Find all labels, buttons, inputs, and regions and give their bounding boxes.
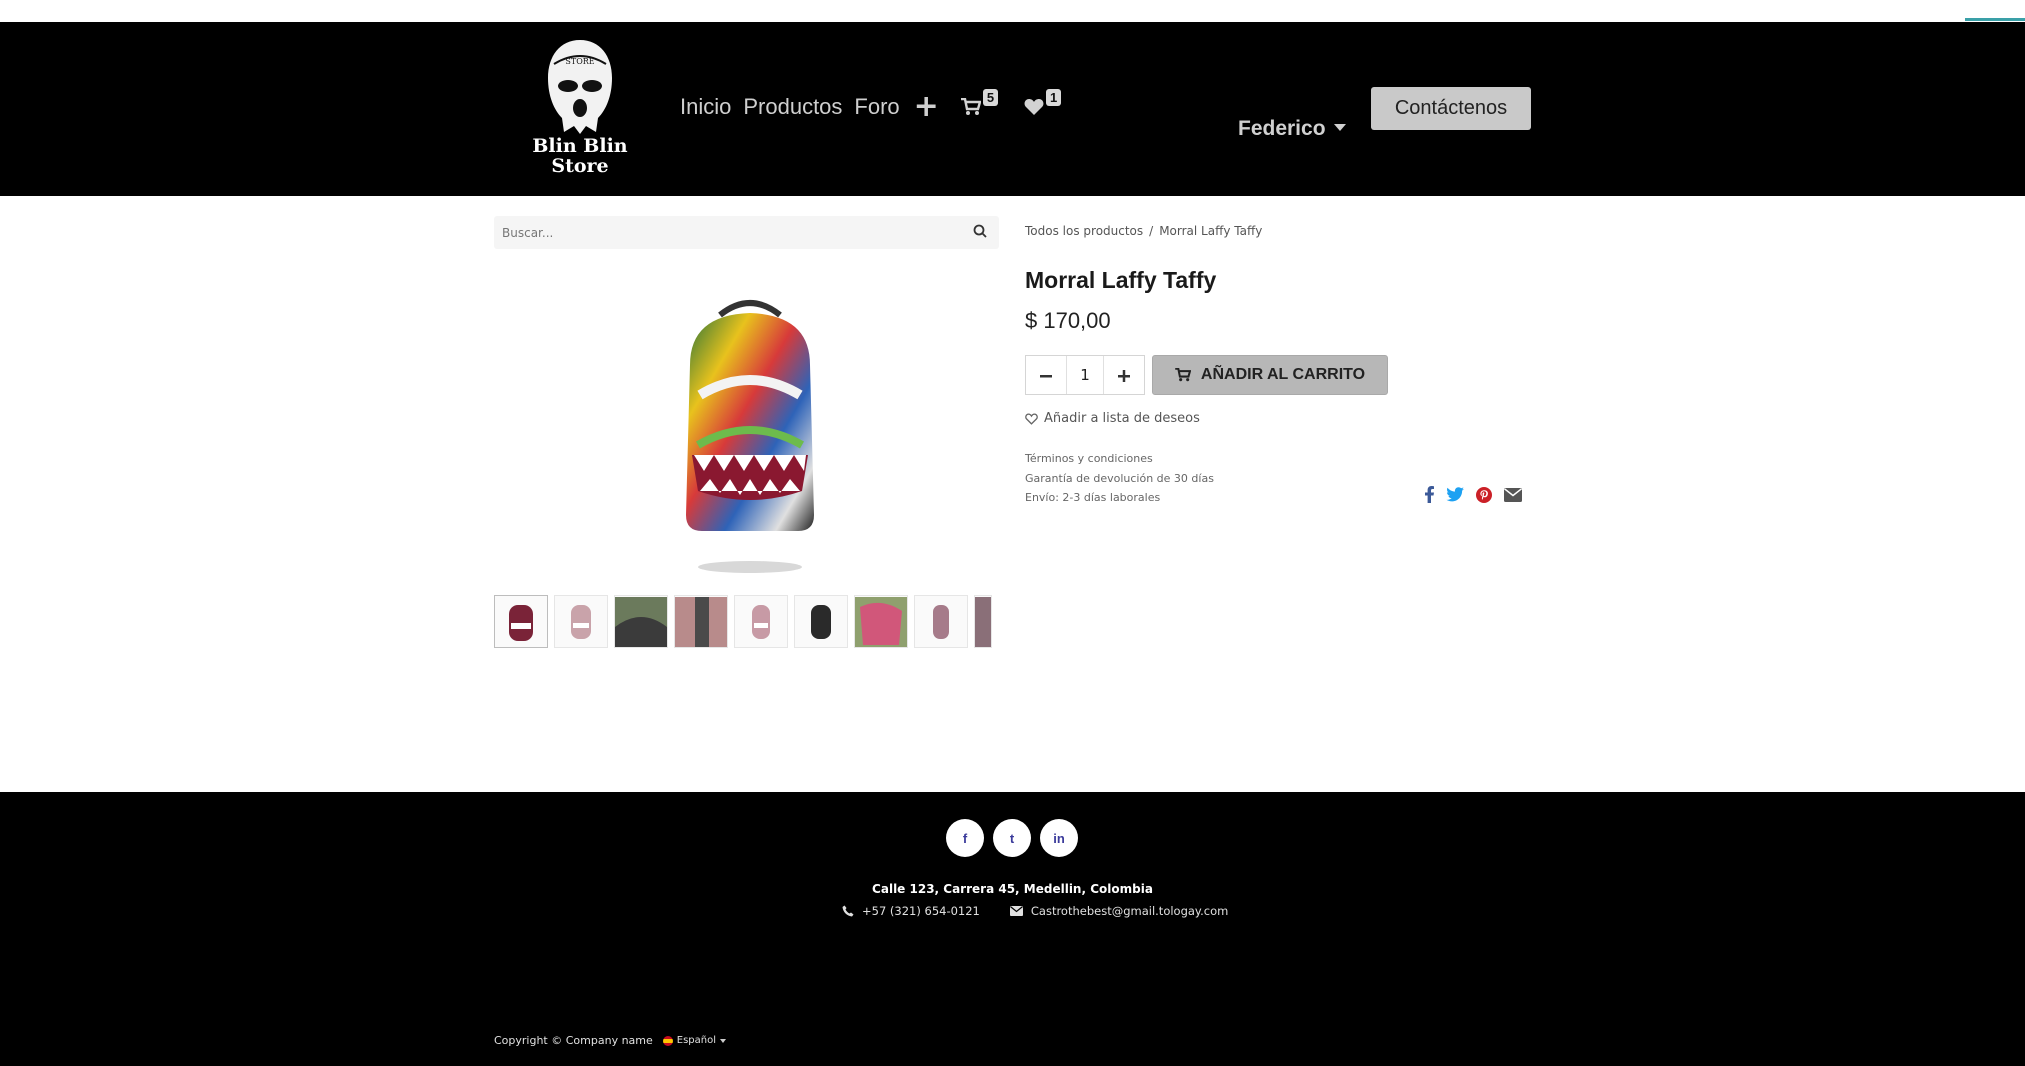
main-nav: Inicio Productos Foro + 5 1 bbox=[680, 89, 1087, 122]
user-name: Federico bbox=[1238, 117, 1326, 140]
search-icon[interactable] bbox=[973, 224, 987, 238]
nav-item-inicio[interactable]: Inicio bbox=[680, 94, 731, 120]
logo-text: Blin Blin Store bbox=[532, 136, 628, 176]
footer-social-links: f t in bbox=[946, 819, 1078, 857]
thumbnail-2[interactable] bbox=[554, 595, 608, 648]
nav-item-foro[interactable]: Foro bbox=[854, 94, 899, 120]
add-to-cart-button[interactable]: AÑADIR AL CARRITO bbox=[1152, 355, 1388, 395]
product-main-image[interactable] bbox=[670, 295, 830, 575]
thumbnail-6[interactable] bbox=[794, 595, 848, 648]
heart-icon bbox=[1024, 99, 1044, 115]
email-icon[interactable] bbox=[1504, 487, 1522, 502]
backpack-image bbox=[686, 300, 814, 573]
wishlist-count-badge: 1 bbox=[1046, 89, 1062, 106]
cart-count-badge: 5 bbox=[982, 89, 999, 106]
return-guarantee-text: Garantía de devolución de 30 días bbox=[1025, 471, 1214, 485]
breadcrumb-separator: / bbox=[1149, 224, 1154, 238]
add-to-wishlist-link[interactable]: Añadir a lista de deseos bbox=[1025, 411, 1200, 426]
site-header: STORE Blin Blin Store Inicio Productos F… bbox=[0, 22, 2025, 196]
top-accent-line bbox=[1965, 18, 2025, 21]
copyright-text: Copyright © Company name bbox=[494, 1034, 653, 1047]
minus-icon bbox=[1040, 374, 1052, 377]
language-selector[interactable]: Español bbox=[662, 1035, 727, 1046]
terms-link[interactable]: Términos y condiciones bbox=[1025, 449, 1214, 469]
site-footer: f t in Calle 123, Carrera 45, Medellin, … bbox=[0, 792, 2025, 1066]
product-title: Morral Laffy Taffy bbox=[1025, 267, 1217, 293]
wishlist-label: Añadir a lista de deseos bbox=[1044, 411, 1200, 426]
quantity-input[interactable] bbox=[1066, 356, 1104, 394]
footer-linkedin-icon[interactable]: in bbox=[1040, 819, 1078, 857]
breadcrumb-all-products[interactable]: Todos los productos bbox=[1025, 224, 1143, 238]
logo-text-line2: Store bbox=[551, 155, 609, 177]
shipping-text: Envío: 2-3 días laborales bbox=[1025, 491, 1161, 504]
language-label: Español bbox=[676, 1035, 717, 1046]
thumbnail-backpack-image bbox=[855, 596, 907, 647]
plus-icon bbox=[1118, 369, 1130, 382]
footer-twitter-icon[interactable]: t bbox=[993, 819, 1031, 857]
quantity-stepper bbox=[1025, 355, 1145, 395]
thumbnail-8[interactable] bbox=[914, 595, 968, 648]
contact-button[interactable]: Contáctenos bbox=[1371, 87, 1531, 130]
thumbnail-4[interactable] bbox=[674, 595, 728, 648]
cart-link[interactable]: 5 bbox=[960, 89, 999, 116]
share-links bbox=[1425, 486, 1522, 503]
quantity-increase-button[interactable] bbox=[1104, 356, 1144, 394]
thumbnail-backpack-image bbox=[933, 604, 949, 639]
chevron-down-icon bbox=[1333, 123, 1346, 131]
footer-phone[interactable]: +57 (321) 654-0121 bbox=[842, 904, 980, 918]
phone-icon bbox=[842, 905, 854, 917]
product-terms: Términos y condiciones Garantía de devol… bbox=[1025, 449, 1214, 508]
product-price: $ 170,00 bbox=[1025, 308, 1111, 333]
spain-flag-icon bbox=[662, 1035, 673, 1046]
store-logo[interactable]: STORE Blin Blin Store bbox=[532, 34, 628, 184]
nav-more-plus-icon[interactable]: + bbox=[914, 92, 939, 122]
skull-mask-logo-icon: STORE bbox=[548, 40, 612, 134]
footer-phone-text: +57 (321) 654-0121 bbox=[862, 904, 980, 918]
heart-outline-icon bbox=[1025, 412, 1038, 425]
cart-icon bbox=[1175, 368, 1191, 382]
nav-item-productos[interactable]: Productos bbox=[743, 94, 842, 120]
product-thumbnails bbox=[494, 595, 999, 650]
envelope-icon bbox=[1009, 906, 1023, 916]
facebook-icon[interactable] bbox=[1425, 486, 1434, 503]
thumbnail-9[interactable] bbox=[974, 595, 992, 648]
thumbnail-backpack-image bbox=[571, 604, 591, 639]
footer-contact: +57 (321) 654-0121 Castrothebest@gmail.t… bbox=[842, 904, 1228, 918]
footer-copyright: Copyright © Company name Español bbox=[494, 1034, 727, 1047]
thumbnail-backpack-image bbox=[675, 596, 727, 647]
product-search bbox=[494, 216, 999, 249]
breadcrumb: Todos los productos / Morral Laffy Taffy bbox=[1025, 224, 1262, 238]
quantity-decrease-button[interactable] bbox=[1026, 356, 1066, 394]
cart-icon bbox=[960, 98, 981, 115]
thumbnail-backpack-image bbox=[752, 604, 770, 639]
pinterest-icon[interactable] bbox=[1476, 486, 1492, 503]
footer-email[interactable]: Castrothebest@gmail.tologay.com bbox=[1009, 904, 1229, 918]
add-to-cart-label: AÑADIR AL CARRITO bbox=[1200, 366, 1366, 383]
thumbnail-backpack-image bbox=[811, 604, 831, 639]
user-menu[interactable]: Federico bbox=[1238, 117, 1346, 141]
chevron-down-icon bbox=[720, 1038, 727, 1043]
thumbnail-3[interactable] bbox=[614, 595, 668, 648]
logo-text-line1: Blin Blin bbox=[532, 135, 628, 157]
thumbnail-7[interactable] bbox=[854, 595, 908, 648]
thumbnail-5[interactable] bbox=[734, 595, 788, 648]
thumbnail-backpack-image bbox=[509, 604, 533, 641]
thumbnail-backpack-image bbox=[975, 596, 991, 647]
twitter-icon[interactable] bbox=[1446, 487, 1464, 502]
footer-facebook-icon[interactable]: f bbox=[946, 819, 984, 857]
top-strip bbox=[0, 0, 2025, 22]
footer-address: Calle 123, Carrera 45, Medellin, Colombi… bbox=[872, 882, 1153, 896]
footer-email-text: Castrothebest@gmail.tologay.com bbox=[1030, 904, 1229, 918]
search-input[interactable] bbox=[502, 222, 942, 244]
svg-text:STORE: STORE bbox=[565, 57, 594, 66]
thumbnail-backpack-image bbox=[615, 596, 667, 647]
breadcrumb-current: Morral Laffy Taffy bbox=[1159, 224, 1263, 238]
thumbnail-1[interactable] bbox=[494, 595, 548, 648]
wishlist-link[interactable]: 1 bbox=[1024, 89, 1062, 116]
